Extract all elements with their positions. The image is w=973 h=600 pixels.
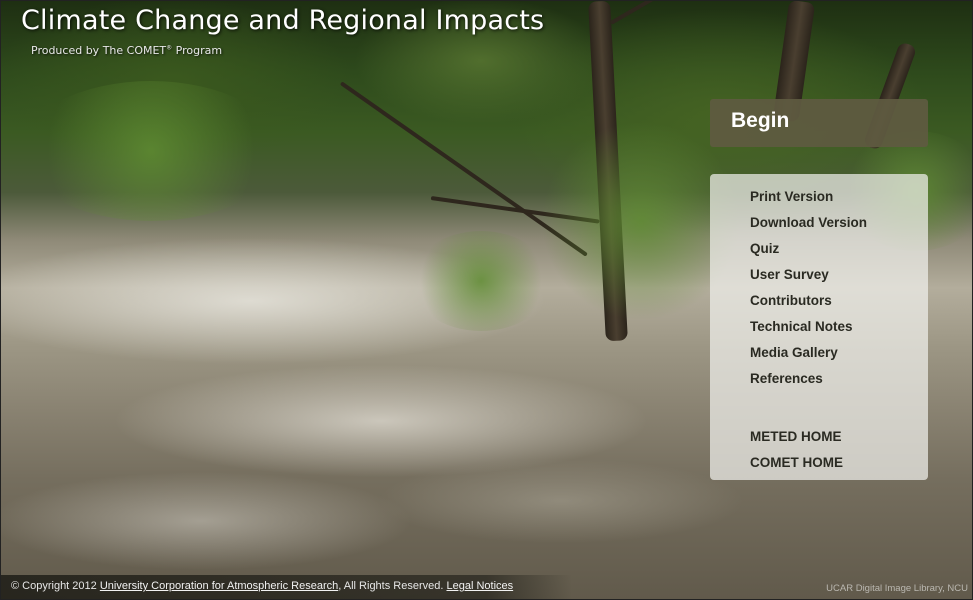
page-subtitle: Produced by The COMET® Program bbox=[31, 44, 222, 57]
foliage-decoration bbox=[21, 81, 281, 221]
menu-item-references[interactable]: References bbox=[750, 370, 928, 396]
hero-background-photo: Climate Change and Regional Impacts Prod… bbox=[0, 0, 973, 600]
menu-item-media-gallery[interactable]: Media Gallery bbox=[750, 344, 928, 370]
image-credit: UCAR Digital Image Library, NCU bbox=[826, 583, 968, 594]
foliage-decoration bbox=[411, 231, 551, 331]
ucar-link[interactable]: University Corporation for Atmospheric R… bbox=[100, 580, 338, 592]
copyright-text: © Copyright 2012 bbox=[11, 580, 100, 592]
menu-item-meted-home[interactable]: METED HOME bbox=[750, 428, 928, 454]
branch-decoration bbox=[610, 1, 725, 25]
rights-text: , All Rights Reserved. bbox=[338, 580, 447, 592]
footer-bar: © Copyright 2012 University Corporation … bbox=[1, 575, 572, 599]
begin-button[interactable]: Begin bbox=[710, 99, 928, 147]
subtitle-suffix: Program bbox=[172, 44, 223, 57]
menu-item-quiz[interactable]: Quiz bbox=[750, 240, 928, 266]
side-menu: Print Version Download Version Quiz User… bbox=[710, 174, 928, 480]
menu-item-contributors[interactable]: Contributors bbox=[750, 292, 928, 318]
menu-spacer bbox=[750, 396, 928, 428]
page-title: Climate Change and Regional Impacts bbox=[21, 5, 545, 36]
legal-notices-link[interactable]: Legal Notices bbox=[446, 580, 513, 592]
menu-item-download-version[interactable]: Download Version bbox=[750, 214, 928, 240]
menu-item-print-version[interactable]: Print Version bbox=[750, 188, 928, 214]
subtitle-prefix: Produced by The COMET bbox=[31, 44, 167, 57]
menu-item-comet-home[interactable]: COMET HOME bbox=[750, 454, 928, 480]
menu-item-user-survey[interactable]: User Survey bbox=[750, 266, 928, 292]
menu-item-technical-notes[interactable]: Technical Notes bbox=[750, 318, 928, 344]
